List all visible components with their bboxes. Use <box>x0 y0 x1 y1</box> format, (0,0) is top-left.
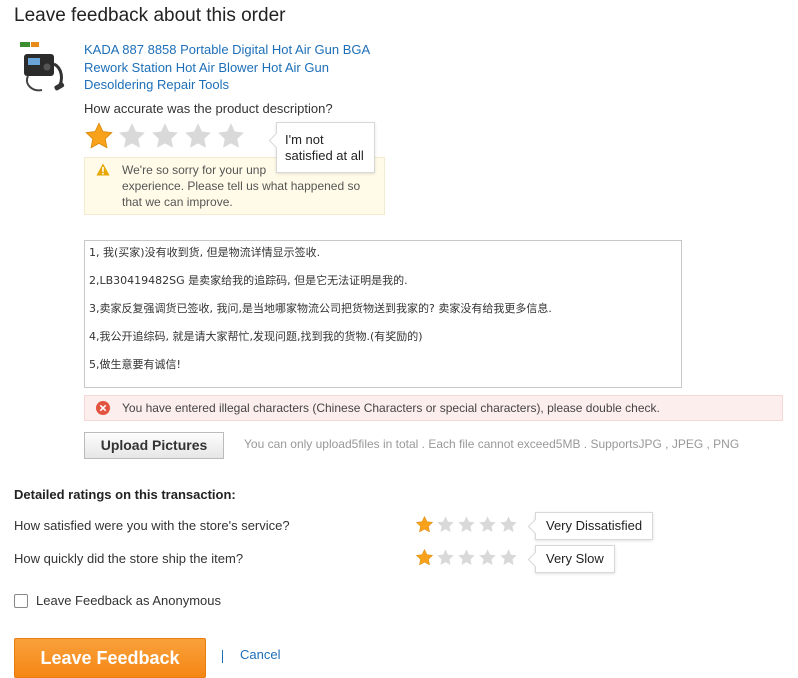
product-title-line-3: Desoldering Repair Tools <box>84 77 230 92</box>
shipping-speed-tooltip: Very Slow <box>535 545 615 573</box>
tooltip-line-1: I'm not <box>285 132 324 147</box>
leave-feedback-button[interactable]: Leave Feedback <box>14 638 206 678</box>
comment-line-4: 4,我公开追综码, 就是请大家帮忙,发现问题,找到我的货物.(有奖励的) <box>89 330 423 343</box>
star-5-icon[interactable] <box>499 548 518 567</box>
product-thumbnail[interactable] <box>18 40 66 98</box>
product-title-line-1: KADA 887 8858 Portable Digital Hot Air G… <box>84 42 371 57</box>
accuracy-rating-tooltip: I'm not satisfied at all <box>276 122 375 173</box>
star-1-icon[interactable] <box>415 515 434 534</box>
error-text: You have entered illegal characters (Chi… <box>122 401 660 415</box>
star-2-icon[interactable] <box>436 548 455 567</box>
product-title-line-2: Rework Station Hot Air Blower Hot Air Gu… <box>84 59 329 75</box>
store-service-question: How satisfied were you with the store's … <box>14 518 290 533</box>
star-2-icon[interactable] <box>117 121 147 151</box>
comment-line-5: 5,做生意要有诚信! <box>89 358 181 371</box>
upload-hint-text: You can only upload5files in total . Eac… <box>244 437 740 451</box>
comment-line-3: 3,卖家反复强调货已签收, 我问,是当地哪家物流公司把货物送到我家的? 卖家没有… <box>89 302 552 315</box>
warning-text-line-2: experience. Please tell us what happened… <box>122 179 361 193</box>
star-3-icon[interactable] <box>457 515 476 534</box>
star-5-icon[interactable] <box>216 121 246 151</box>
accuracy-question: How accurate was the product description… <box>84 101 333 116</box>
star-4-icon[interactable] <box>478 548 497 567</box>
cancel-link[interactable]: Cancel <box>240 647 280 662</box>
anonymous-label[interactable]: Leave Feedback as Anonymous <box>36 593 221 608</box>
comment-line-1: 1, 我(买家)没有收到货, 但是物流详情显示签收. <box>89 246 321 259</box>
anonymous-checkbox[interactable] <box>14 594 28 608</box>
warning-icon <box>96 163 110 176</box>
shipping-speed-question: How quickly did the store ship the item? <box>14 551 244 566</box>
comment-line-2: 2,LB30419482SG 是卖家给我的追踪码, 但是它无法证明是我的. <box>89 274 408 287</box>
tooltip-line-2: satisfied at all <box>285 148 364 163</box>
warning-text-line-3: that we can improve. <box>122 195 233 209</box>
shipping-speed-star-rating <box>415 548 518 567</box>
star-2-icon[interactable] <box>436 515 455 534</box>
store-service-tooltip: Very Dissatisfied <box>535 512 654 540</box>
error-icon <box>96 401 110 415</box>
star-4-icon[interactable] <box>478 515 497 534</box>
star-1-icon[interactable] <box>415 548 434 567</box>
star-5-icon[interactable] <box>499 515 518 534</box>
accuracy-star-rating <box>84 121 246 151</box>
action-separator <box>222 650 223 663</box>
page-title: Leave feedback about this order <box>14 5 286 26</box>
error-message: You have entered illegal characters (Chi… <box>84 395 783 421</box>
star-1-icon[interactable] <box>84 121 114 151</box>
star-3-icon[interactable] <box>150 121 180 151</box>
star-3-icon[interactable] <box>457 548 476 567</box>
feedback-comment-textarea[interactable]: 1, 我(买家)没有收到货, 但是物流详情显示签收. 2,LB30419482S… <box>84 240 682 388</box>
store-service-star-rating <box>415 515 518 534</box>
star-4-icon[interactable] <box>183 121 213 151</box>
detailed-ratings-title: Detailed ratings on this transaction: <box>14 487 236 502</box>
upload-pictures-button[interactable]: Upload Pictures <box>84 432 224 459</box>
product-title-link[interactable]: KADA 887 8858 Portable Digital Hot Air G… <box>84 41 394 94</box>
